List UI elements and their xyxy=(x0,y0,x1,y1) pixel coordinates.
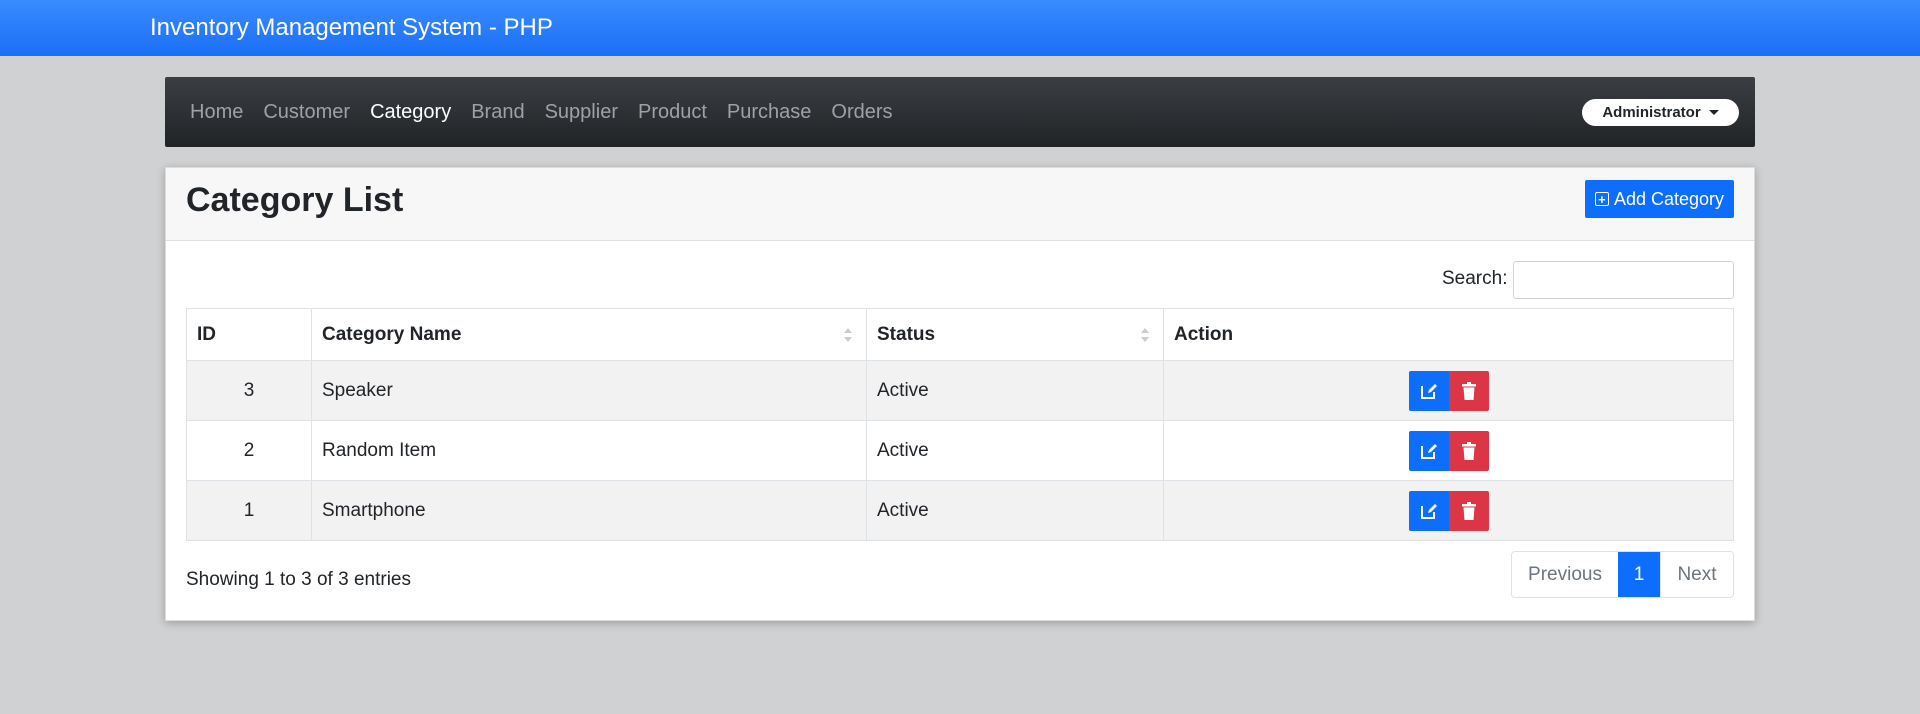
add-category-button[interactable]: + Add Category xyxy=(1585,180,1734,218)
column-header-status[interactable]: Status xyxy=(866,308,1164,361)
cell-actions xyxy=(1163,420,1734,481)
category-card: Category List + Add Category Search: ID … xyxy=(165,167,1755,621)
nav-purchase[interactable]: Purchase xyxy=(727,101,812,124)
cell-category-name: Smartphone xyxy=(311,480,867,541)
caret-down-icon xyxy=(1708,110,1719,115)
search-label: Search: xyxy=(1442,268,1508,289)
cell-id: 3 xyxy=(186,360,312,421)
column-header-category-name[interactable]: Category Name xyxy=(311,308,867,361)
column-header-id[interactable]: ID xyxy=(186,308,312,361)
cell-actions xyxy=(1163,480,1734,541)
row-actions xyxy=(1174,370,1723,411)
pencil-square-icon xyxy=(1420,443,1437,459)
cell-actions xyxy=(1163,360,1734,421)
nav-links: Home Customer Category Brand Supplier Pr… xyxy=(190,77,913,147)
sort-icon xyxy=(844,326,852,344)
main-navbar: Home Customer Category Brand Supplier Pr… xyxy=(165,77,1755,147)
pencil-square-icon xyxy=(1420,503,1437,519)
user-menu-label: Administrator xyxy=(1602,104,1701,121)
pagination: Previous 1 Next xyxy=(1511,551,1734,598)
nav-home[interactable]: Home xyxy=(190,101,243,124)
cell-id: 1 xyxy=(186,480,312,541)
plus-square-icon: + xyxy=(1594,192,1609,206)
row-actions xyxy=(1174,430,1723,471)
category-table: ID Category Name Status Action 3 Speaker… xyxy=(186,308,1734,541)
cell-category-name: Speaker xyxy=(311,360,867,421)
search-input[interactable] xyxy=(1513,261,1734,299)
sort-icon xyxy=(1141,326,1149,344)
column-header-category-name-label: Category Name xyxy=(322,323,462,345)
nav-orders[interactable]: Orders xyxy=(831,101,892,124)
trash-icon xyxy=(1461,381,1476,400)
cell-category-name: Random Item xyxy=(311,420,867,481)
delete-button[interactable] xyxy=(1448,370,1489,411)
delete-button[interactable] xyxy=(1448,490,1489,531)
table-row: 2 Random Item Active xyxy=(186,420,1734,481)
nav-customer[interactable]: Customer xyxy=(263,101,350,124)
table-info: Showing 1 to 3 of 3 entries xyxy=(186,569,411,590)
column-header-action: Action xyxy=(1163,308,1734,361)
trash-icon xyxy=(1461,441,1476,460)
add-category-label: Add Category xyxy=(1613,188,1725,209)
table-row: 3 Speaker Active xyxy=(186,360,1734,421)
user-menu-button[interactable]: Administrator xyxy=(1582,99,1739,126)
pagination-next[interactable]: Next xyxy=(1660,552,1733,597)
nav-category[interactable]: Category xyxy=(370,101,451,124)
app-header: Inventory Management System - PHP xyxy=(0,0,1920,56)
trash-icon xyxy=(1461,501,1476,520)
cell-status: Active xyxy=(866,480,1164,541)
table-header-row: ID Category Name Status Action xyxy=(186,308,1734,361)
nav-product[interactable]: Product xyxy=(638,101,707,124)
cell-status: Active xyxy=(866,420,1164,481)
nav-supplier[interactable]: Supplier xyxy=(545,101,618,124)
row-actions xyxy=(1174,490,1723,531)
edit-button[interactable] xyxy=(1408,430,1449,471)
table-row: 1 Smartphone Active xyxy=(186,480,1734,541)
delete-button[interactable] xyxy=(1448,430,1489,471)
pagination-page-1[interactable]: 1 xyxy=(1618,552,1660,597)
app-title: Inventory Management System - PHP xyxy=(150,14,553,41)
pencil-square-icon xyxy=(1420,383,1437,399)
edit-button[interactable] xyxy=(1408,370,1449,411)
column-header-status-label: Status xyxy=(877,323,936,345)
pagination-previous[interactable]: Previous xyxy=(1512,552,1618,597)
cell-id: 2 xyxy=(186,420,312,481)
page-title: Category List xyxy=(186,181,404,219)
card-header: Category List + Add Category xyxy=(166,168,1754,241)
nav-brand[interactable]: Brand xyxy=(471,101,524,124)
edit-button[interactable] xyxy=(1408,490,1449,531)
cell-status: Active xyxy=(866,360,1164,421)
